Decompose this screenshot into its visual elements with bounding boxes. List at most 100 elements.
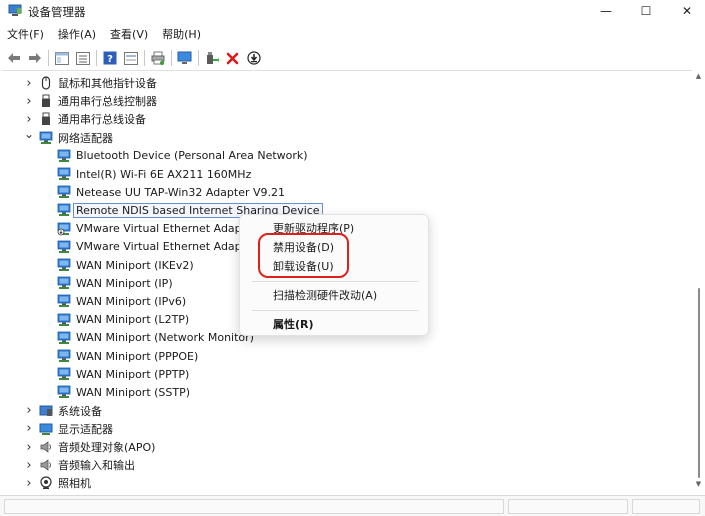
tree-category[interactable]: 系统设备 — [39, 402, 102, 420]
tree-category[interactable]: 显示适配器 — [39, 420, 113, 438]
tree-item-label: Netease UU TAP-Win32 Adapter V9.21 — [76, 185, 286, 199]
tree-item-label: 通用串行总线控制器 — [58, 95, 157, 109]
show-hide-console-tree-button[interactable] — [53, 50, 70, 67]
back-button[interactable] — [5, 50, 22, 67]
close-button[interactable]: ✕ — [666, 0, 705, 22]
download-icon — [246, 51, 261, 65]
tree-item-label: 显示适配器 — [58, 422, 113, 436]
network-adapter-icon — [57, 367, 71, 381]
list-view-button[interactable] — [74, 50, 91, 67]
update-driver-button[interactable] — [203, 50, 220, 67]
details-icon — [123, 51, 138, 65]
tree-device-item[interactable]: WAN Miniport (PPTP) — [57, 365, 189, 383]
minimize-icon: — — [600, 4, 612, 18]
network-adapter-icon — [57, 294, 71, 308]
tree-device-item[interactable]: VMware Virtual Ethernet Adapt — [57, 238, 246, 256]
help-button[interactable]: ? — [101, 50, 118, 67]
back-arrow-icon — [7, 53, 20, 63]
tree-device-item[interactable]: Netease UU TAP-Win32 Adapter V9.21 — [57, 183, 285, 201]
toolbar-separator — [48, 50, 49, 66]
menu-help[interactable]: 帮助(H) — [162, 26, 201, 44]
uninstall-x-icon — [226, 52, 239, 64]
tree-device-item[interactable]: WAN Miniport (L2TP) — [57, 311, 189, 329]
network-adapter-icon — [57, 149, 71, 163]
tree-item-label: WAN Miniport (SSTP) — [76, 385, 191, 399]
minimize-button[interactable]: — — [585, 0, 627, 22]
menu-file[interactable]: 文件(F) — [7, 26, 44, 44]
mouse-icon — [39, 76, 53, 90]
status-bar — [0, 495, 705, 516]
menu-scan-hardware-changes[interactable]: 扫描检测硬件改动(A) — [240, 286, 428, 306]
expand-chevron-icon[interactable]: › — [23, 420, 35, 438]
print-button[interactable] — [149, 50, 166, 67]
toolbar-separator — [198, 50, 199, 66]
status-segment — [632, 499, 700, 514]
tree-category[interactable]: 通用串行总线设备 — [39, 110, 146, 128]
device-manager-app-icon — [8, 4, 22, 16]
usb-icon — [39, 112, 53, 126]
toolbar-separator — [144, 50, 145, 66]
scrollbar-thumb[interactable] — [698, 288, 700, 478]
tree-device-item[interactable]: Bluetooth Device (Personal Area Network) — [57, 147, 308, 165]
tree-device-item[interactable]: VMware Virtual Ethernet Adapt — [57, 220, 246, 238]
status-segment — [4, 499, 504, 514]
svg-text:?: ? — [107, 54, 113, 65]
forward-button[interactable] — [26, 50, 43, 67]
tree-device-item[interactable]: WAN Miniport (SSTP) — [57, 383, 190, 401]
tree-item-label: WAN Miniport (IPv6) — [76, 294, 187, 308]
scroll-down-icon[interactable]: ▼ — [694, 480, 703, 489]
tree-category[interactable]: 通用串行总线控制器 — [39, 92, 157, 110]
details-button[interactable] — [122, 50, 139, 67]
menu-action[interactable]: 操作(A) — [58, 26, 96, 44]
expand-chevron-icon[interactable]: › — [23, 474, 35, 492]
collapse-chevron-icon[interactable]: ⌄ — [23, 125, 35, 143]
expand-chevron-icon[interactable]: › — [23, 438, 35, 456]
tree-category[interactable]: 照相机 — [39, 474, 91, 492]
menu-separator — [252, 310, 418, 311]
menu-view[interactable]: 查看(V) — [110, 26, 148, 44]
help-icon: ? — [103, 51, 116, 65]
expand-chevron-icon[interactable]: › — [23, 456, 35, 474]
menu-properties[interactable]: 属性(R) — [240, 315, 428, 335]
network-adapter-icon — [57, 203, 71, 217]
tree-device-item[interactable]: WAN Miniport (IKEv2) — [57, 256, 194, 274]
tree-item-label: WAN Miniport (PPPOE) — [76, 349, 199, 363]
tree-category[interactable]: 网络适配器 — [39, 129, 113, 147]
speaker-icon — [39, 440, 53, 454]
scroll-up-icon[interactable]: ▲ — [694, 72, 703, 81]
display-adapter-icon — [39, 422, 53, 436]
tree-device-item[interactable]: WAN Miniport (IPv6) — [57, 292, 186, 310]
tree-category[interactable]: 音频输入和输出 — [39, 456, 135, 474]
expand-chevron-icon[interactable]: › — [23, 92, 35, 110]
status-segment — [508, 499, 628, 514]
network-adapter-icon — [57, 185, 71, 199]
tree-item-label: WAN Miniport (IP) — [76, 276, 173, 290]
tree-item-label: Intel(R) Wi-Fi 6E AX211 160MHz — [76, 167, 252, 181]
tree-device-item[interactable]: WAN Miniport (PPPOE) — [57, 347, 198, 365]
vertical-scrollbar[interactable]: ▲ ▼ — [694, 70, 703, 493]
network-adapter-icon — [57, 167, 71, 181]
tree-item-label: 网络适配器 — [58, 131, 113, 145]
tree-item-label: WAN Miniport (Network Monitor) — [76, 331, 254, 345]
disable-device-button[interactable] — [245, 50, 262, 67]
maximize-button[interactable]: ☐ — [625, 0, 667, 22]
menu-bar: 文件(F) 操作(A) 查看(V) 帮助(H) — [0, 26, 705, 44]
tree-category[interactable]: 音频处理对象(APO) — [39, 438, 155, 456]
tree-item-label: WAN Miniport (L2TP) — [76, 313, 190, 327]
expand-chevron-icon[interactable]: › — [23, 74, 35, 92]
scan-hardware-button[interactable] — [176, 50, 193, 67]
tree-item-label: 系统设备 — [58, 404, 102, 418]
network-adapter-icon — [57, 385, 71, 399]
network-adapter-icon — [57, 313, 71, 327]
expand-chevron-icon[interactable]: › — [23, 402, 35, 420]
tree-item-label: 鼠标和其他指针设备 — [58, 77, 157, 90]
uninstall-device-button[interactable] — [224, 50, 241, 67]
forward-arrow-icon — [28, 53, 41, 63]
tree-device-item[interactable]: WAN Miniport (Network Monitor) — [57, 329, 254, 347]
tree-category[interactable]: 鼠标和其他指针设备 — [39, 74, 157, 92]
tree-item-label: 音频输入和输出 — [58, 459, 135, 473]
title-bar[interactable]: 设备管理器 — ☐ ✕ — [0, 0, 705, 22]
tree-device-item[interactable]: Intel(R) Wi-Fi 6E AX211 160MHz — [57, 165, 251, 183]
tree-device-item[interactable]: WAN Miniport (IP) — [57, 274, 173, 292]
add-driver-icon — [206, 52, 219, 64]
